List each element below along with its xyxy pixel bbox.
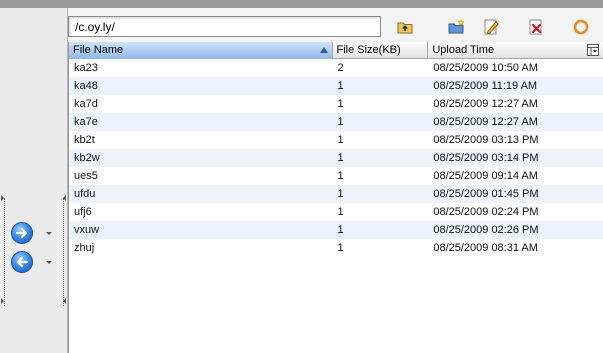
file-size-cell: 1 xyxy=(337,80,344,92)
toolbar xyxy=(68,8,603,42)
column-header-label: Upload Time xyxy=(432,44,495,56)
file-size-cell: 1 xyxy=(337,188,344,200)
file-size-cell: 1 xyxy=(337,98,344,110)
file-name-cell: ufdu xyxy=(74,188,96,200)
refresh-icon xyxy=(573,19,589,35)
panel-left-edge xyxy=(4,198,5,306)
column-header-upload-time[interactable]: Upload Time xyxy=(428,42,603,59)
column-chooser-button[interactable] xyxy=(586,43,600,57)
file-size-cell: 1 xyxy=(337,242,344,254)
column-header-file-size[interactable]: File Size(KB) xyxy=(333,42,429,59)
upload-time-cell: 08/25/2009 03:13 PM xyxy=(433,134,539,146)
table-row[interactable]: ka48 1 08/25/2009 11:19 AM xyxy=(69,77,603,95)
file-name-cell: ka7e xyxy=(74,116,98,128)
table-row[interactable]: ufj6 1 08/25/2009 02:24 PM xyxy=(69,203,603,221)
table-row[interactable]: zhuj 1 08/25/2009 08:31 AM xyxy=(69,239,603,257)
new-folder-button[interactable] xyxy=(446,17,466,37)
delete-icon xyxy=(529,19,542,35)
column-header-file-name[interactable]: File Name xyxy=(69,42,333,59)
resize-handle-icon[interactable] xyxy=(63,195,66,201)
resize-handle-icon[interactable] xyxy=(63,298,66,304)
file-size-cell: 1 xyxy=(337,170,344,182)
column-header-label: File Name xyxy=(73,44,124,56)
back-button[interactable] xyxy=(11,251,33,273)
table-body: ka23 2 08/25/2009 10:50 AM ka48 1 08/25/2009 … xyxy=(69,59,603,257)
table-row[interactable]: kb2w 1 08/25/2009 03:14 PM xyxy=(69,149,603,167)
upload-time-cell: 08/25/2009 10:50 AM xyxy=(433,62,538,74)
file-name-cell: ues5 xyxy=(74,170,98,182)
upload-time-cell: 08/25/2009 02:24 PM xyxy=(433,206,539,218)
sort-ascending-icon xyxy=(319,47,328,53)
table-row[interactable]: ufdu 1 08/25/2009 01:45 PM xyxy=(69,185,603,203)
window-top-strip xyxy=(0,0,603,8)
new-folder-icon xyxy=(448,18,465,34)
file-name-cell: zhuj xyxy=(74,242,95,254)
file-name-cell: ufj6 xyxy=(74,206,92,218)
upload-time-cell: 08/25/2009 12:27 AM xyxy=(433,98,538,110)
upload-time-cell: 08/25/2009 11:19 AM xyxy=(433,80,538,92)
table-row[interactable]: kb2t 1 08/25/2009 03:13 PM xyxy=(69,131,603,149)
file-name-cell: kb2t xyxy=(74,134,95,146)
table-header: File Name File Size(KB) Upload Time xyxy=(69,42,603,59)
left-nav-panel xyxy=(0,8,68,353)
table-row[interactable]: ka7d 1 08/25/2009 12:27 AM xyxy=(69,95,603,113)
table-row[interactable]: ues5 1 08/25/2009 09:14 AM xyxy=(69,167,603,185)
upload-time-cell: 08/25/2009 02:26 PM xyxy=(433,224,539,236)
column-header-label: File Size(KB) xyxy=(336,44,401,56)
resize-handle-icon[interactable] xyxy=(1,195,4,201)
arrow-right-icon xyxy=(15,227,28,239)
upload-time-cell: 08/25/2009 08:31 AM xyxy=(433,242,538,254)
file-table: File Name File Size(KB) Upload Time ka23… xyxy=(68,42,603,353)
upload-time-cell: 08/25/2009 01:45 PM xyxy=(433,188,539,200)
table-row[interactable]: ka23 2 08/25/2009 10:50 AM xyxy=(69,59,603,77)
file-size-cell: 1 xyxy=(337,134,344,146)
rename-button[interactable] xyxy=(481,17,501,37)
folder-up-icon xyxy=(397,22,413,34)
resize-handle-icon[interactable] xyxy=(1,298,4,304)
refresh-button[interactable] xyxy=(571,17,591,37)
file-size-cell: 1 xyxy=(337,116,344,128)
delete-button[interactable] xyxy=(526,17,546,37)
upload-time-cell: 08/25/2009 03:14 PM xyxy=(433,152,539,164)
panel-right-edge xyxy=(63,198,64,306)
column-chooser-icon xyxy=(587,44,599,56)
file-name-cell: vxuw xyxy=(74,224,100,236)
back-history-dropdown[interactable] xyxy=(46,261,52,264)
file-name-cell: kb2w xyxy=(74,152,100,164)
file-size-cell: 2 xyxy=(337,62,344,74)
table-row[interactable]: ka7e 1 08/25/2009 12:27 AM xyxy=(69,113,603,131)
file-name-cell: ka48 xyxy=(74,80,98,92)
file-name-cell: ka7d xyxy=(74,98,98,110)
file-size-cell: 1 xyxy=(337,152,344,164)
upload-time-cell: 08/25/2009 09:14 AM xyxy=(433,170,538,182)
file-size-cell: 1 xyxy=(337,206,344,218)
edit-icon xyxy=(484,19,499,35)
table-row[interactable]: vxuw 1 08/25/2009 02:26 PM xyxy=(69,221,603,239)
up-folder-button[interactable] xyxy=(395,17,415,37)
file-size-cell: 1 xyxy=(337,224,344,236)
arrow-left-icon xyxy=(16,256,29,268)
file-name-cell: ka23 xyxy=(74,62,98,74)
path-input[interactable] xyxy=(68,16,381,37)
upload-time-cell: 08/25/2009 12:27 AM xyxy=(433,116,538,128)
forward-button[interactable] xyxy=(11,222,33,244)
forward-history-dropdown[interactable] xyxy=(46,232,52,235)
